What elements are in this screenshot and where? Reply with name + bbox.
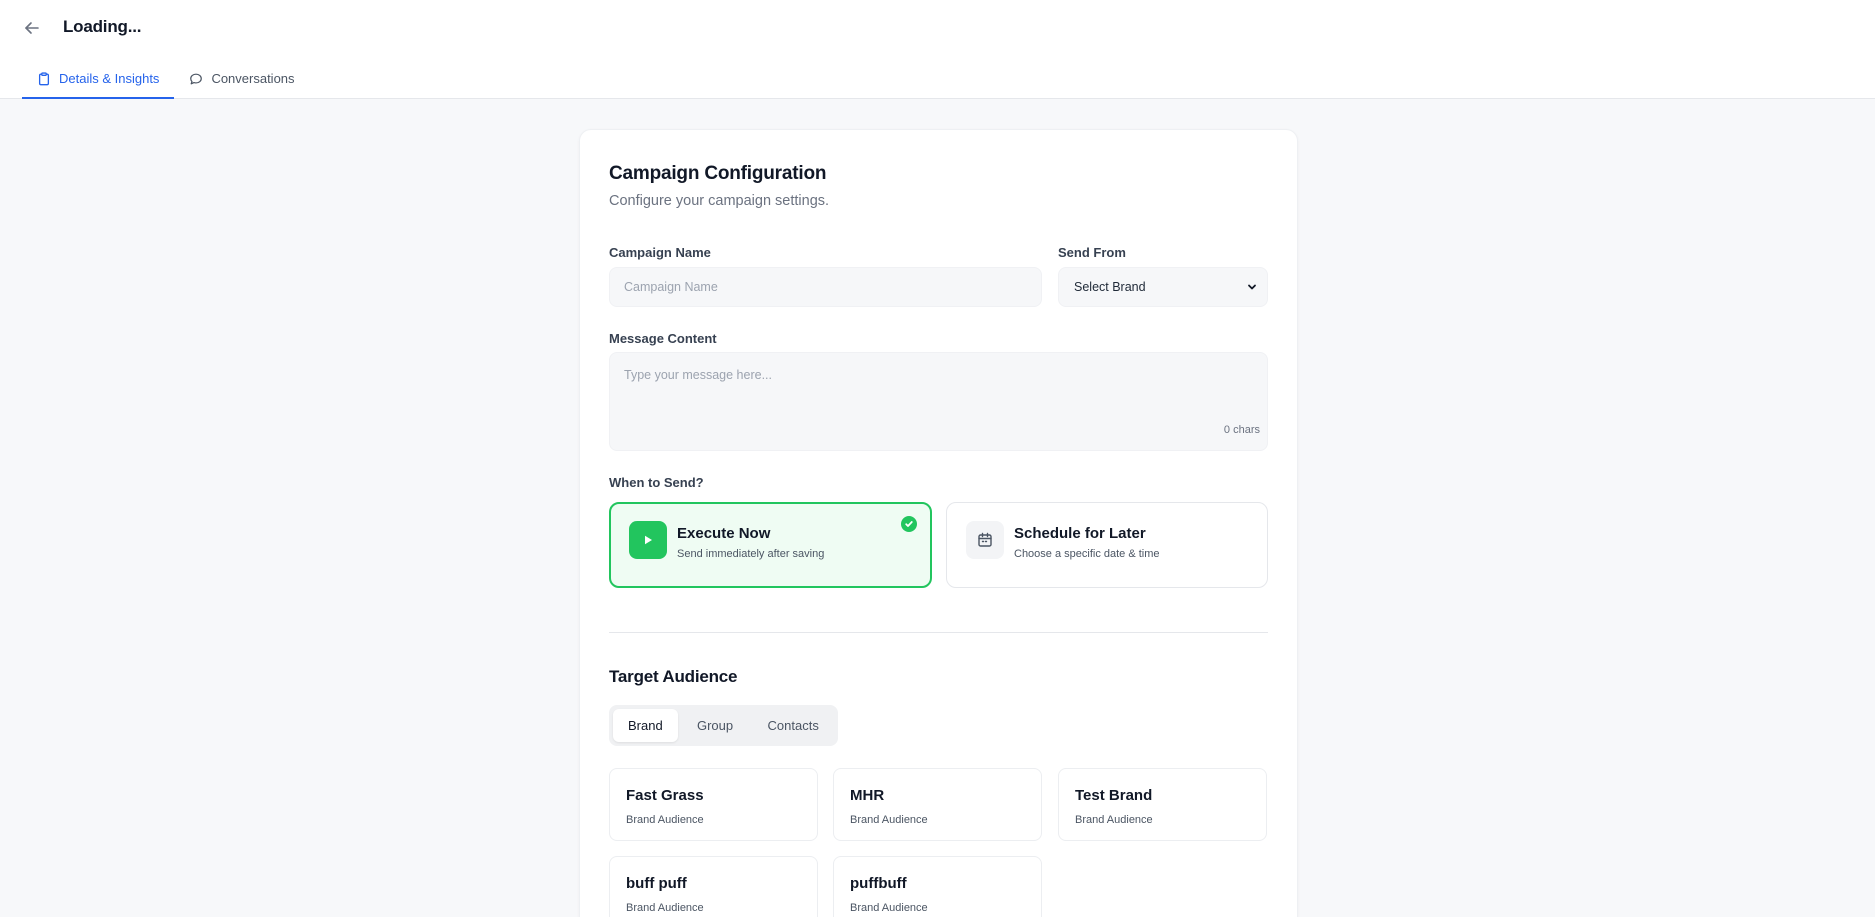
tab-label: Details & Insights [59, 71, 160, 86]
send-from-label: Send From [1058, 245, 1126, 260]
campaign-name-input[interactable] [609, 267, 1042, 307]
send-from-value: Select Brand [1074, 280, 1146, 294]
check-circle-icon [901, 516, 917, 532]
tab-group[interactable]: Group [678, 709, 753, 742]
tab-contacts[interactable]: Contacts [752, 709, 834, 742]
page-title: Loading... [63, 17, 142, 36]
schedule-later-option[interactable]: Schedule for Later Choose a specific dat… [946, 502, 1268, 588]
option-title: Schedule for Later [1014, 525, 1146, 542]
audience-name: puffbuff [850, 875, 907, 892]
send-from-select[interactable]: Select Brand [1058, 267, 1268, 307]
tab-conversations[interactable]: Conversations [174, 60, 309, 99]
section-divider [609, 632, 1268, 633]
message-content-textarea[interactable] [609, 352, 1268, 451]
audience-card-fast-grass[interactable]: Fast Grass Brand Audience [609, 768, 818, 841]
calendar-icon [978, 532, 992, 547]
tab-details-insights[interactable]: Details & Insights [22, 60, 175, 99]
audience-card-buff-puff[interactable]: buff puff Brand Audience [609, 856, 818, 917]
audience-card-test-brand[interactable]: Test Brand Brand Audience [1058, 768, 1267, 841]
tab-bar: Details & Insights Conversations [22, 60, 310, 99]
audience-type: Brand Audience [626, 902, 704, 914]
card-subtitle: Configure your campaign settings. [609, 193, 830, 209]
chat-bubble-icon [190, 73, 203, 84]
audience-type: Brand Audience [850, 814, 928, 826]
clipboard-icon [38, 71, 50, 85]
tab-label: Conversations [211, 71, 295, 86]
option-description: Choose a specific date & time [1014, 548, 1160, 560]
play-icon-badge [629, 521, 667, 559]
campaign-name-label: Campaign Name [609, 245, 711, 260]
audience-type: Brand Audience [626, 814, 704, 826]
when-to-send-label: When to Send? [609, 475, 704, 490]
top-bar: Loading... Details & Insights Conversati… [0, 0, 1875, 99]
audience-name: Fast Grass [626, 787, 704, 804]
audience-type: Brand Audience [850, 902, 928, 914]
char-count: 0 chars [1223, 424, 1260, 436]
calendar-icon-badge [966, 521, 1004, 559]
audience-name: buff puff [626, 875, 687, 892]
tab-brand[interactable]: Brand [613, 709, 678, 742]
chevron-down-icon [1248, 284, 1256, 290]
audience-type-tabs: Brand Group Contacts [609, 705, 838, 746]
back-button[interactable] [20, 16, 44, 40]
message-content-label: Message Content [609, 331, 717, 346]
option-title: Execute Now [677, 525, 771, 542]
audience-name: MHR [850, 787, 885, 804]
play-icon [645, 535, 652, 545]
option-description: Send immediately after saving [677, 548, 825, 560]
audience-name: Test Brand [1075, 787, 1153, 804]
audience-type: Brand Audience [1075, 814, 1153, 826]
audience-card-mhr[interactable]: MHR Brand Audience [833, 768, 1042, 841]
audience-card-puffbuff[interactable]: puffbuff Brand Audience [833, 856, 1042, 917]
target-audience-title: Target Audience [609, 667, 738, 686]
arrow-left-icon [25, 22, 39, 34]
card-title: Campaign Configuration [609, 163, 827, 184]
execute-now-option[interactable]: Execute Now Send immediately after savin… [609, 502, 932, 588]
campaign-configuration-card: Campaign Configuration Configure your ca… [579, 129, 1298, 917]
